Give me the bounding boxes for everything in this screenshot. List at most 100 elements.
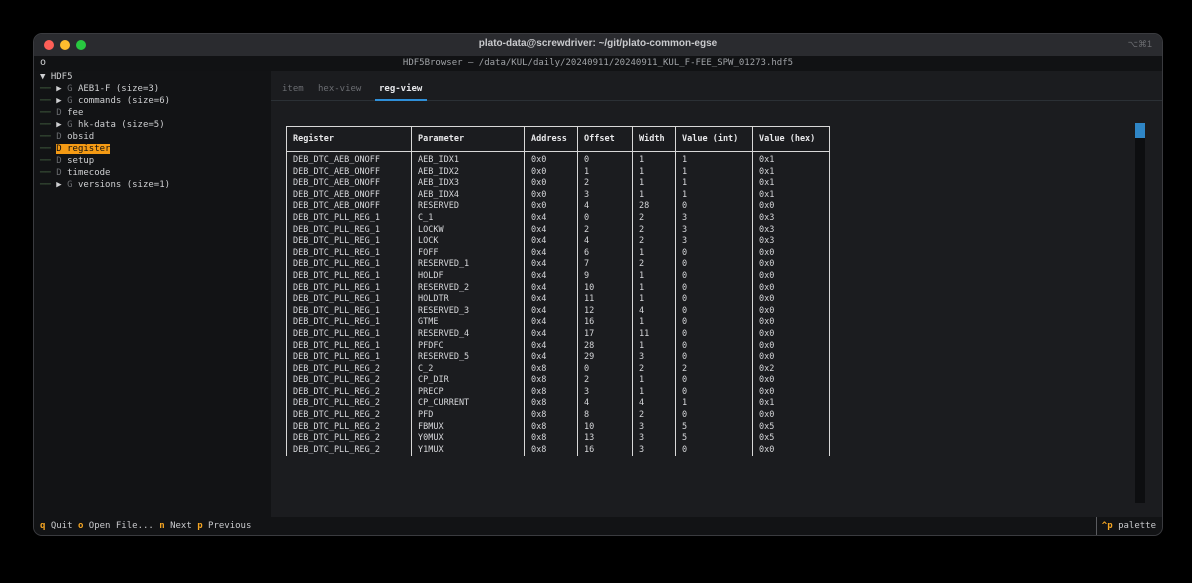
tree-connector: ── xyxy=(40,96,51,106)
table-cell: RESERVED_2 xyxy=(411,282,525,295)
footer-binding[interactable]: q Quit xyxy=(40,521,73,531)
table-cell: 0x0 xyxy=(752,444,830,457)
title-bar: plato-data@screwdriver: ~/git/plato-comm… xyxy=(34,34,1162,57)
column-header[interactable]: Address xyxy=(524,126,578,152)
table-row[interactable]: DEB_DTC_PLL_REG_1 RESERVED_2 0x4 10 1 0 0x0 xyxy=(286,282,830,295)
tree-item-label[interactable]: D setup xyxy=(56,156,94,166)
scrollbar[interactable] xyxy=(1135,123,1145,503)
table-row[interactable]: DEB_DTC_PLL_REG_2 CP_DIR 0x8 2 1 0 0x0 xyxy=(286,375,830,387)
table-cell: LOCK xyxy=(411,236,525,248)
footer-binding[interactable]: n Next xyxy=(159,521,192,531)
table-row[interactable]: DEB_DTC_PLL_REG_2 PFD 0x8 8 2 0 0x0 xyxy=(286,410,830,422)
tree-root[interactable]: ▼ HDF5 xyxy=(40,71,73,83)
table-row[interactable]: DEB_DTC_PLL_REG_1 PFDFC 0x4 28 1 0 0x0 xyxy=(286,340,830,353)
tree-item-label[interactable]: G commands (size=6) xyxy=(67,96,170,106)
tree-item-text: commands (size=6) xyxy=(77,96,171,106)
table-row[interactable]: DEB_DTC_PLL_REG_1 LOCKW 0x4 2 2 3 0x3 xyxy=(286,224,830,237)
tree-item[interactable]: ── D timecode xyxy=(40,167,110,179)
column-header[interactable]: Offset xyxy=(577,126,633,152)
table-cell: DEB_DTC_PLL_REG_1 xyxy=(286,259,412,271)
tree-item[interactable]: ── D obsid xyxy=(40,131,94,143)
table-row[interactable]: DEB_DTC_AEB_ONOFF RESERVED 0x0 4 28 0 0x0 xyxy=(286,201,830,213)
table-row[interactable]: DEB_DTC_PLL_REG_2 FBMUX 0x8 10 3 5 0x5 xyxy=(286,421,830,434)
table-row[interactable]: DEB_DTC_PLL_REG_2 Y0MUX 0x8 13 3 5 0x5 xyxy=(286,433,830,445)
table-cell: 11 xyxy=(577,294,633,306)
tree-item-kind: G xyxy=(67,180,73,190)
table-cell: DEB_DTC_PLL_REG_1 xyxy=(286,212,412,225)
tab-item[interactable]: item xyxy=(282,84,304,94)
tab-reg-view[interactable]: reg-view xyxy=(379,84,422,94)
tree-item-text: setup xyxy=(67,156,95,166)
tree-item-label[interactable]: D timecode xyxy=(56,168,110,178)
tab-hex-view[interactable]: hex-view xyxy=(318,84,361,94)
table-row[interactable]: DEB_DTC_PLL_REG_1 HOLDF 0x4 9 1 0 0x0 xyxy=(286,270,830,283)
table-row[interactable]: DEB_DTC_PLL_REG_1 GTME 0x4 16 1 0 0x0 xyxy=(286,317,830,329)
scrollbar-thumb[interactable] xyxy=(1135,123,1145,138)
expand-arrow-icon[interactable]: ▶ xyxy=(56,84,61,94)
table-row[interactable]: DEB_DTC_PLL_REG_2 C_2 0x8 0 2 2 0x2 xyxy=(286,363,830,376)
table-row[interactable]: DEB_DTC_PLL_REG_1 RESERVED_5 0x4 29 3 0 0x0 xyxy=(286,352,830,364)
table-cell: FOFF xyxy=(411,247,525,260)
tree-item[interactable]: ── D setup xyxy=(40,155,94,167)
table-row[interactable]: DEB_DTC_PLL_REG_1 HOLDTR 0x4 11 1 0 0x0 xyxy=(286,294,830,306)
table-row[interactable]: DEB_DTC_PLL_REG_2 CP_CURRENT 0x8 4 4 1 0x1 xyxy=(286,398,830,411)
table-cell: DEB_DTC_PLL_REG_2 xyxy=(286,421,412,434)
table-row[interactable]: DEB_DTC_AEB_ONOFF AEB_IDX2 0x0 1 1 1 0x1 xyxy=(286,166,830,179)
expand-arrow-icon[interactable]: ▶ xyxy=(56,96,61,106)
table-row[interactable]: DEB_DTC_PLL_REG_1 RESERVED_1 0x4 7 2 0 0x0 xyxy=(286,259,830,271)
table-cell: 1 xyxy=(632,166,676,179)
table-cell: AEB_IDX1 xyxy=(411,151,525,167)
expand-arrow-icon[interactable]: ▶ xyxy=(56,180,61,190)
tree-item[interactable]: ── ▶ G hk-data (size=5) xyxy=(40,119,165,131)
table-row[interactable]: DEB_DTC_PLL_REG_1 FOFF 0x4 6 1 0 0x0 xyxy=(286,247,830,260)
table-cell: DEB_DTC_PLL_REG_1 xyxy=(286,340,412,353)
table-row[interactable]: DEB_DTC_PLL_REG_1 LOCK 0x4 4 2 3 0x3 xyxy=(286,236,830,248)
table-cell: Y0MUX xyxy=(411,433,525,445)
tree-item-label[interactable]: D register xyxy=(56,144,111,154)
table-cell: 0 xyxy=(675,201,753,213)
table-row[interactable]: DEB_DTC_AEB_ONOFF AEB_IDX3 0x0 2 1 1 0x1 xyxy=(286,178,830,190)
tree-item[interactable]: ── ▶ G versions (size=1) xyxy=(40,179,170,191)
footer-binding[interactable]: p Previous xyxy=(197,521,251,531)
table-cell: 0x4 xyxy=(524,305,578,318)
table-cell: 3 xyxy=(577,386,633,399)
tree-item[interactable]: ── ▶ G AEB1-F (size=3) xyxy=(40,83,159,95)
table-row[interactable]: DEB_DTC_PLL_REG_1 RESERVED_4 0x4 17 11 0 0x0 xyxy=(286,328,830,341)
table-row[interactable]: DEB_DTC_AEB_ONOFF AEB_IDX4 0x0 3 1 1 0x1 xyxy=(286,189,830,202)
column-header[interactable]: Register xyxy=(286,126,412,152)
column-header[interactable]: Parameter xyxy=(411,126,525,152)
table-row[interactable]: DEB_DTC_PLL_REG_1 RESERVED_3 0x4 12 4 0 0x0 xyxy=(286,305,830,318)
tree-item[interactable]: ── D register xyxy=(40,143,111,155)
palette-binding[interactable]: ^p palette xyxy=(1095,517,1156,535)
table-row[interactable]: DEB_DTC_PLL_REG_1 C_1 0x4 0 2 3 0x3 xyxy=(286,212,830,225)
tree-item-label[interactable]: G versions (size=1) xyxy=(67,180,170,190)
tree-item[interactable]: ── D fee xyxy=(40,107,83,119)
expand-arrow-icon[interactable]: ▶ xyxy=(56,120,61,130)
table-cell: FBMUX xyxy=(411,421,525,434)
palette-key: ^p xyxy=(1101,521,1113,531)
table-cell: DEB_DTC_PLL_REG_1 xyxy=(286,270,412,283)
footer-binding[interactable]: o Open File... xyxy=(78,521,154,531)
table-cell: 1 xyxy=(632,386,676,399)
table-cell: 0x4 xyxy=(524,282,578,295)
tree-item[interactable]: ── ▶ G commands (size=6) xyxy=(40,95,170,107)
tree-item-kind: D xyxy=(56,144,62,154)
column-header[interactable]: Width xyxy=(632,126,676,152)
tree-item-label[interactable]: D obsid xyxy=(56,132,94,142)
column-header[interactable]: Value (hex) xyxy=(752,126,830,152)
table-cell: 12 xyxy=(577,305,633,318)
tree-item-label[interactable]: D fee xyxy=(56,108,83,118)
hdf5-tree[interactable]: ▼ HDF5 ── ▶ G AEB1-F (size=3) ── ▶ G comm… xyxy=(34,71,271,519)
table-cell: 0x8 xyxy=(524,363,578,376)
table-row[interactable]: DEB_DTC_PLL_REG_2 Y1MUX 0x8 16 3 0 0x0 xyxy=(286,444,830,457)
table-row[interactable]: DEB_DTC_PLL_REG_2 PRECP 0x8 3 1 0 0x0 xyxy=(286,386,830,399)
table-row[interactable]: DEB_DTC_AEB_ONOFF AEB_IDX1 0x0 0 1 1 0x1 xyxy=(286,151,830,167)
table-cell: 0 xyxy=(577,151,633,167)
table-cell: 2 xyxy=(577,375,633,387)
column-header[interactable]: Value (int) xyxy=(675,126,753,152)
tree-item-label[interactable]: G hk-data (size=5) xyxy=(67,120,165,130)
table-cell: GTME xyxy=(411,317,525,329)
table-cell: DEB_DTC_PLL_REG_2 xyxy=(286,398,412,411)
tree-item-label[interactable]: G AEB1-F (size=3) xyxy=(67,84,159,94)
table-cell: 0x0 xyxy=(524,166,578,179)
